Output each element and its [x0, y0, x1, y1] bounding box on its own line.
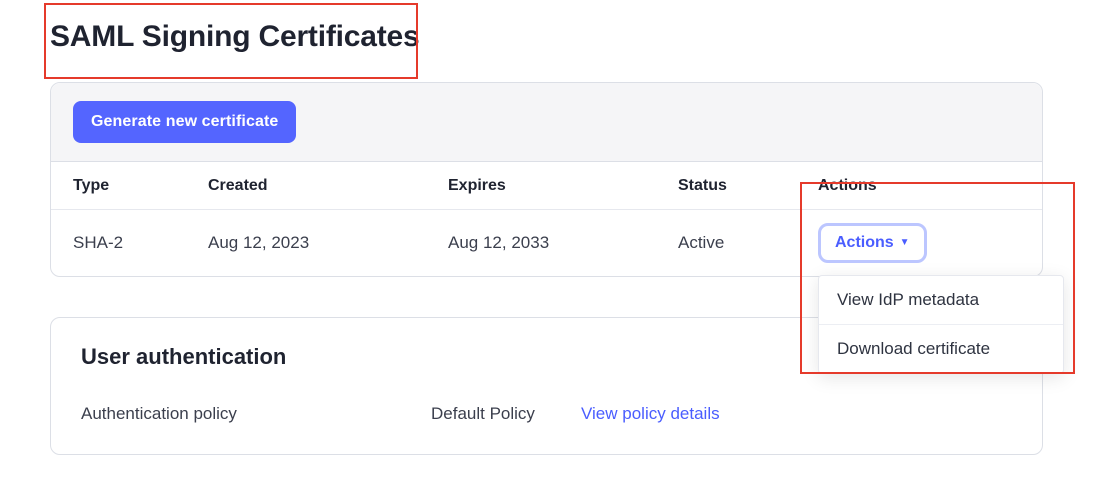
- authentication-policy-value: Default Policy: [431, 404, 581, 424]
- page-title: SAML Signing Certificates: [50, 20, 420, 54]
- table-header-row: Type Created Expires Status Actions: [51, 162, 1042, 210]
- view-policy-details-link[interactable]: View policy details: [581, 404, 720, 424]
- chevron-down-icon: ▼: [900, 238, 910, 248]
- menu-item-view-idp-metadata[interactable]: View IdP metadata: [819, 276, 1063, 324]
- column-header-type: Type: [73, 177, 208, 195]
- certificates-table: Type Created Expires Status Actions SHA-…: [51, 162, 1042, 276]
- cell-expires: Aug 12, 2033: [448, 233, 678, 253]
- cell-actions: Actions ▼ View IdP metadata Download cer…: [818, 223, 938, 263]
- cell-status: Active: [678, 233, 818, 253]
- actions-button-label: Actions: [835, 234, 894, 252]
- authentication-policy-row: Authentication policy Default Policy Vie…: [81, 404, 1012, 424]
- column-header-actions: Actions: [818, 177, 938, 195]
- column-header-created: Created: [208, 177, 448, 195]
- column-header-expires: Expires: [448, 177, 678, 195]
- generate-certificate-button[interactable]: Generate new certificate: [73, 101, 296, 143]
- menu-item-download-certificate[interactable]: Download certificate: [819, 324, 1063, 373]
- column-header-status: Status: [678, 177, 818, 195]
- actions-dropdown-button[interactable]: Actions ▼: [818, 223, 927, 263]
- cell-created: Aug 12, 2023: [208, 233, 448, 253]
- saml-certificates-card: Generate new certificate Type Created Ex…: [50, 82, 1043, 277]
- card-header: Generate new certificate: [51, 83, 1042, 162]
- authentication-policy-label: Authentication policy: [81, 404, 431, 424]
- table-row: SHA-2 Aug 12, 2023 Aug 12, 2033 Active A…: [51, 210, 1042, 276]
- cell-type: SHA-2: [73, 233, 208, 253]
- actions-dropdown-menu: View IdP metadata Download certificate: [818, 275, 1064, 374]
